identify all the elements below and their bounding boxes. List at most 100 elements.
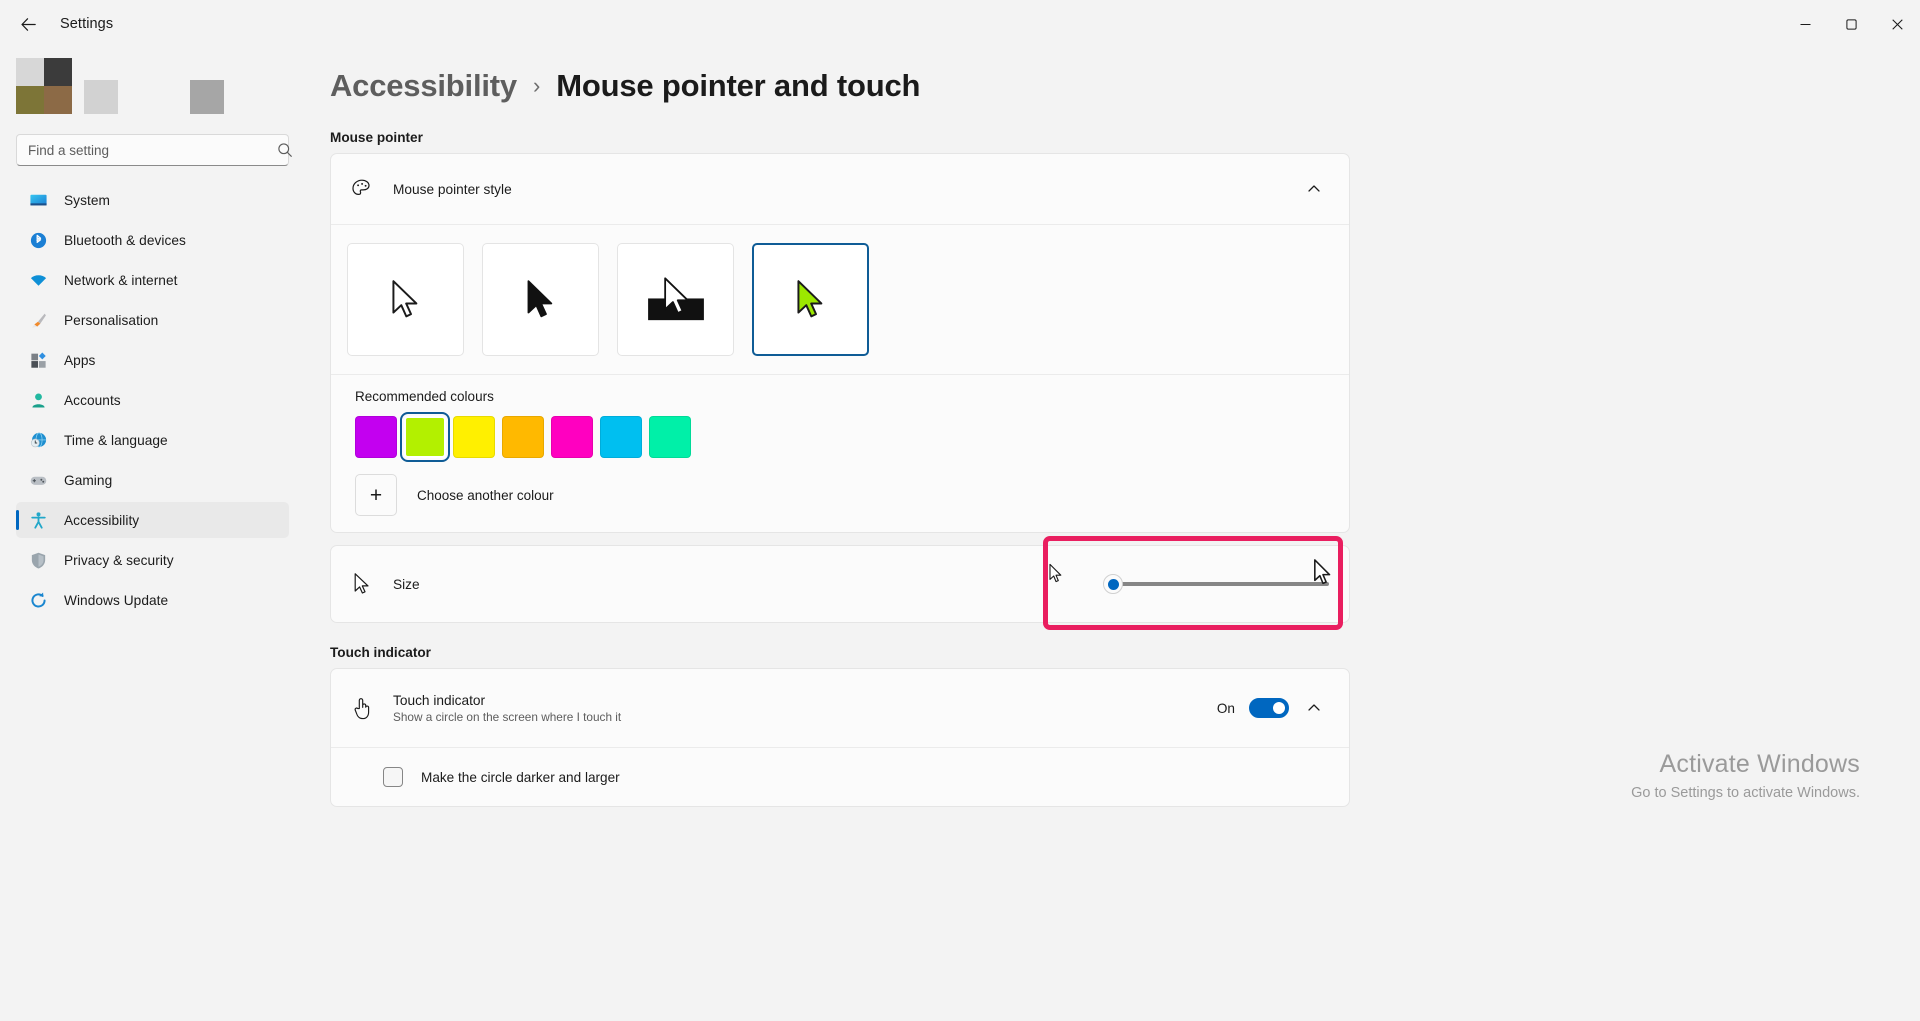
colour-swatch-cyan[interactable] [600,416,642,458]
minimize-button[interactable] [1782,0,1828,48]
maximize-icon [1846,19,1857,30]
inverted-pointer-icon [645,275,707,325]
toggle-knob [1273,702,1285,714]
activation-watermark: Activate Windows Go to Settings to activ… [1631,750,1860,801]
pointer-style-inverted[interactable] [617,243,734,356]
touch-indicator-toggle[interactable] [1249,698,1289,718]
pointer-size-icon [349,571,375,597]
watermark-subtitle: Go to Settings to activate Windows. [1631,785,1860,801]
sidebar-item-apps[interactable]: Apps [16,342,289,378]
clock-globe-icon [28,430,48,450]
touch-indicator-text: Touch indicator Show a circle on the scr… [393,693,1217,724]
colour-swatch-lime-green[interactable] [404,416,446,458]
search-container [16,134,304,166]
breadcrumb: Accessibility › Mouse pointer and touch [330,56,1920,116]
darker-larger-circle-checkbox[interactable] [383,767,403,787]
shield-icon [28,550,48,570]
avatar [16,58,72,114]
sidebar-item-bluetooth-devices[interactable]: Bluetooth & devices [16,222,289,258]
paintbrush-icon [28,310,48,330]
colour-swatch-spring-green[interactable] [649,416,691,458]
breadcrumb-parent[interactable]: Accessibility [330,68,517,104]
add-colour-button[interactable]: + [355,474,397,516]
touch-indicator-card: Touch indicator Show a circle on the scr… [330,668,1350,807]
pointer-style-options [331,225,1349,374]
breadcrumb-separator-icon: › [533,73,540,99]
touch-indicator-row[interactable]: Touch indicator Show a circle on the scr… [331,669,1349,747]
sidebar-item-label: Time & language [64,433,168,448]
sidebar-item-windows-update[interactable]: Windows Update [16,582,289,618]
colour-swatch-list [355,416,1349,458]
sidebar-item-privacy-security[interactable]: Privacy & security [16,542,289,578]
mouse-pointer-style-text: Mouse pointer style [393,182,1289,197]
slider-thumb[interactable] [1103,574,1123,594]
account-text-placeholders [72,58,224,114]
sidebar-item-label: Accounts [64,393,121,408]
sidebar-item-time-language[interactable]: Time & language [16,422,289,458]
touch-indicator-collapse-button[interactable] [1299,693,1329,723]
sidebar-item-network-internet[interactable]: Network & internet [16,262,289,298]
pointer-size-slider-zone [1093,573,1329,595]
sidebar-item-label: Accessibility [64,513,139,528]
close-icon [1892,19,1903,30]
sidebar-item-label: System [64,193,110,208]
slider-thumb-fill [1108,579,1119,590]
pointer-style-black[interactable] [482,243,599,356]
mouse-pointer-style-title: Mouse pointer style [393,182,1289,197]
wifi-icon [28,270,48,290]
sidebar-item-accounts[interactable]: Accounts [16,382,289,418]
settings-window: Settings [0,0,1920,1021]
sidebar-item-accessibility[interactable]: Accessibility [16,502,289,538]
sidebar-item-personalisation[interactable]: Personalisation [16,302,289,338]
sidebar-item-label: Privacy & security [64,553,174,568]
account-area[interactable] [16,48,304,122]
maximize-button[interactable] [1828,0,1874,48]
system-icon [28,190,48,210]
back-button[interactable] [8,8,48,40]
sidebar-item-system[interactable]: System [16,182,289,218]
apps-icon [28,350,48,370]
colour-swatch-yellow[interactable] [453,416,495,458]
sidebar-item-label: Bluetooth & devices [64,233,186,248]
colour-swatch-magenta[interactable] [551,416,593,458]
colour-swatch-purple[interactable] [355,416,397,458]
pointer-style-white[interactable] [347,243,464,356]
close-button[interactable] [1874,0,1920,48]
darker-larger-circle-row[interactable]: Make the circle darker and larger [331,748,1349,806]
sidebar-item-label: Windows Update [64,593,168,608]
window-controls [1782,0,1920,48]
window-title: Settings [60,16,113,32]
choose-another-colour-row[interactable]: + Choose another colour [355,474,1349,516]
black-pointer-icon [522,278,560,322]
watermark-title: Activate Windows [1631,750,1860,779]
mouse-pointer-style-card: Mouse pointer style [330,153,1350,533]
colour-swatch-orange[interactable] [502,416,544,458]
pointer-size-card: Size [330,545,1350,623]
update-icon [28,590,48,610]
page-title: Mouse pointer and touch [556,68,920,104]
accounts-icon [28,390,48,410]
sidebar-item-gaming[interactable]: Gaming [16,462,289,498]
recommended-colours-label: Recommended colours [355,389,1349,404]
toggle-state-label: On [1217,701,1235,716]
palette-icon [349,176,375,202]
pointer-style-custom-colour[interactable] [752,243,869,356]
touch-indicator-toggle-group: On [1217,698,1289,718]
accessibility-icon [28,510,48,530]
pointer-size-row: Size [331,546,1349,622]
section-heading-touch-indicator: Touch indicator [330,645,1920,660]
search-input[interactable] [16,134,289,166]
mouse-pointer-style-row[interactable]: Mouse pointer style [331,154,1349,224]
size-slider[interactable] [1111,573,1329,595]
section-heading-mouse-pointer: Mouse pointer [330,130,1920,145]
gamepad-icon [28,470,48,490]
title-bar: Settings [0,0,1920,48]
sidebar-item-label: Network & internet [64,273,178,288]
minimize-icon [1800,19,1811,30]
sidebar-item-label: Gaming [64,473,112,488]
back-arrow-icon [19,15,38,34]
sidebar-item-label: Personalisation [64,313,158,328]
touch-indicator-title: Touch indicator [393,693,1217,708]
mouse-pointer-style-collapse-button[interactable] [1299,174,1329,204]
account-name-placeholder [84,80,118,114]
